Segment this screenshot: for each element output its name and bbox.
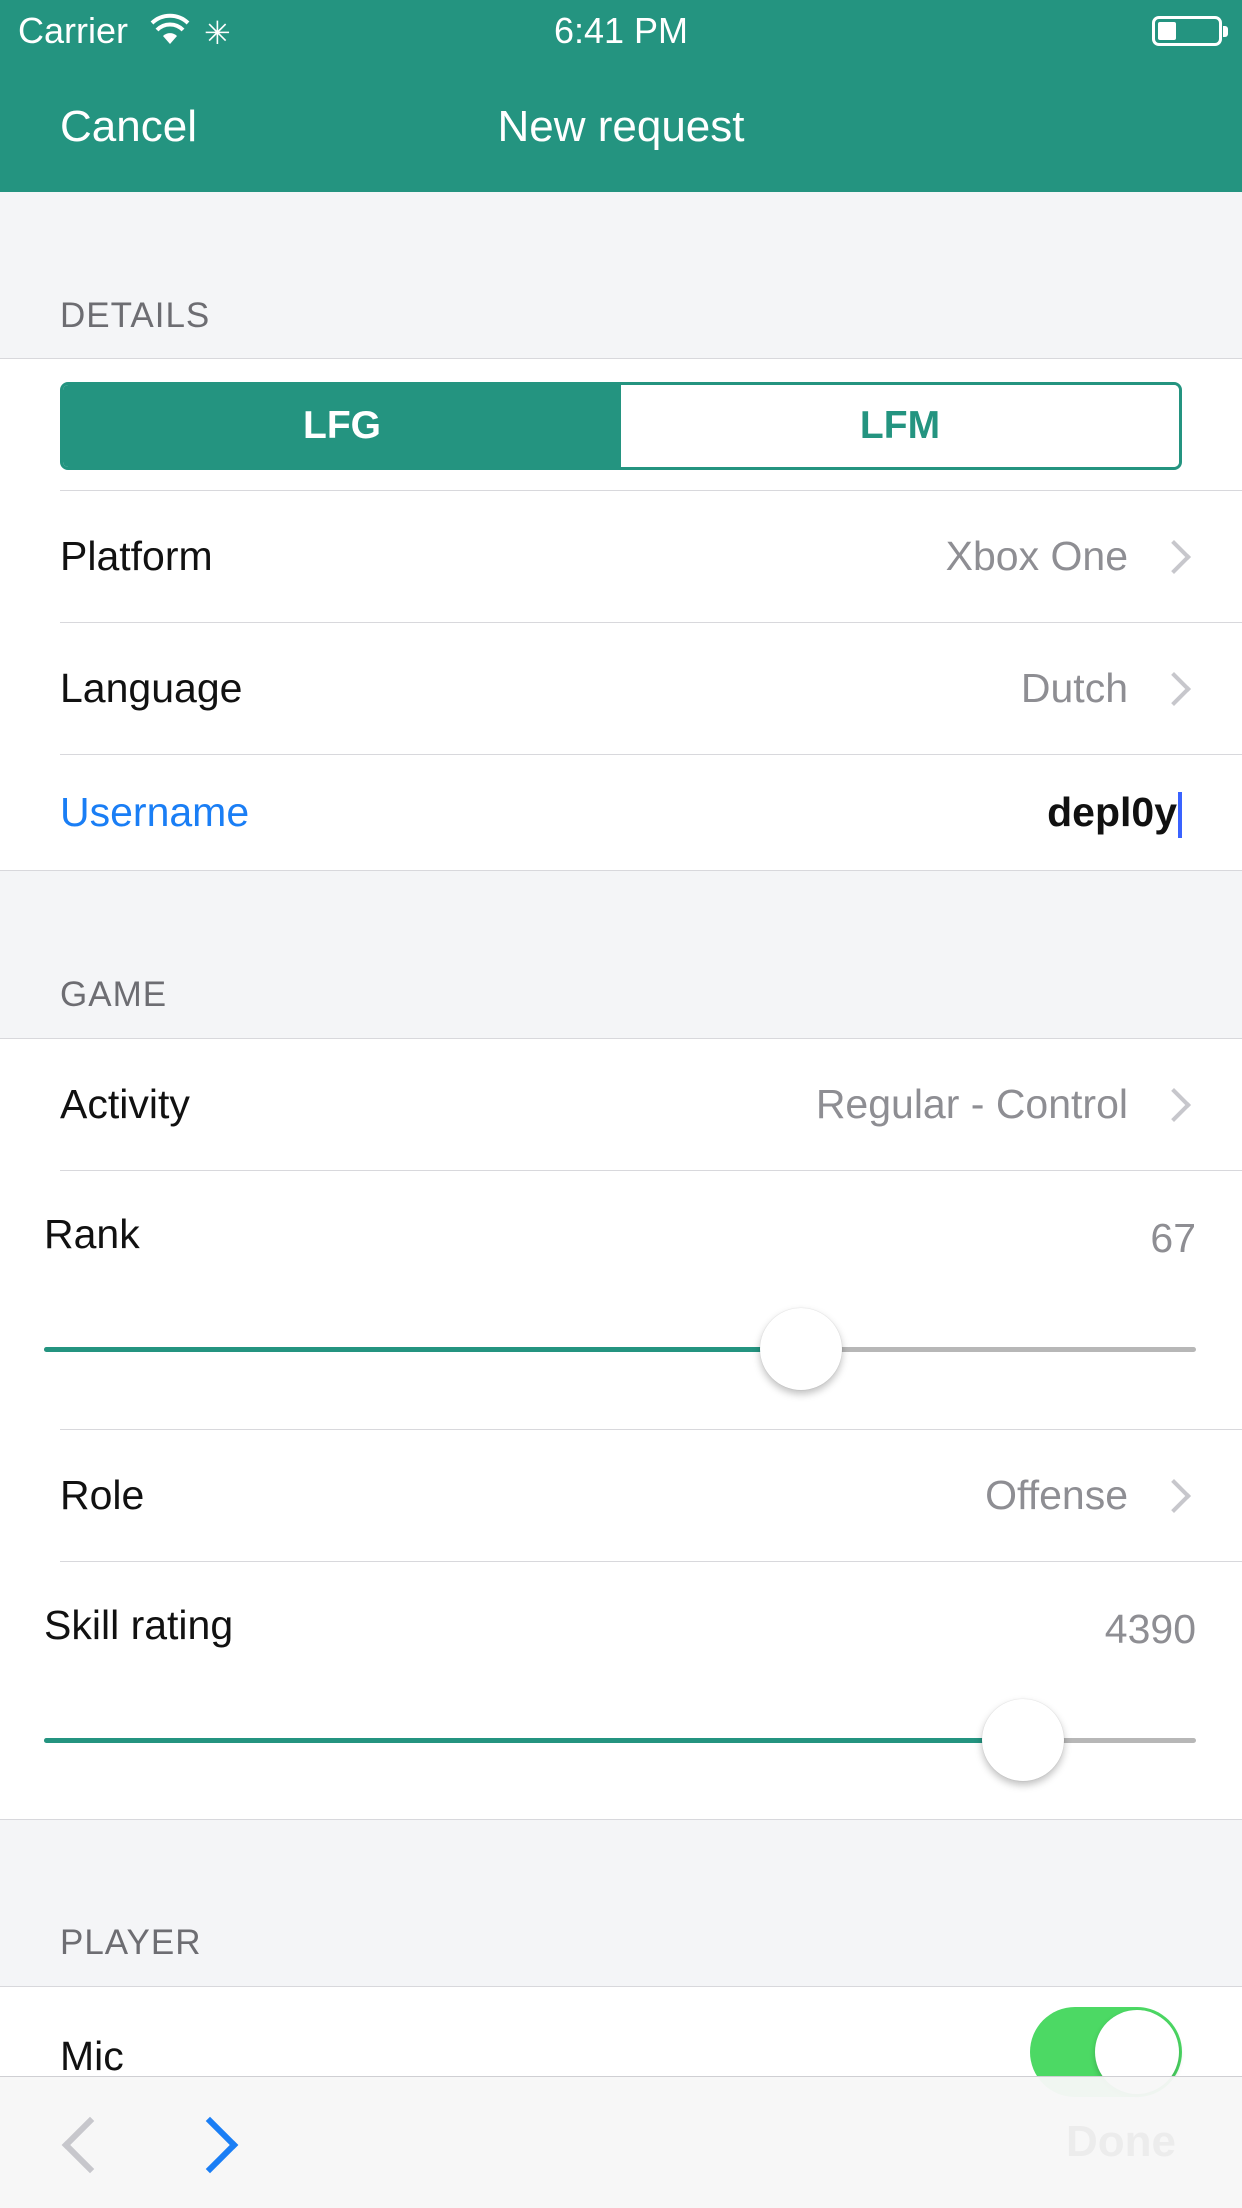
platform-label: Platform <box>60 533 213 579</box>
username-input[interactable]: depl0y <box>1047 789 1182 839</box>
rank-label: Rank <box>44 1211 140 1257</box>
status-time: 6:41 PM <box>553 10 689 51</box>
skill-rating-slider-fill <box>44 1738 1024 1743</box>
role-row[interactable]: Role Offense <box>0 1430 1242 1561</box>
request-type-segmented-control[interactable]: LFG LFM <box>60 382 1182 470</box>
chevron-right-icon <box>1157 1479 1191 1513</box>
chevron-right-icon <box>1157 540 1191 574</box>
skill-rating-label: Skill rating <box>44 1602 234 1648</box>
rank-slider[interactable] <box>44 1308 1196 1390</box>
role-label: Role <box>60 1472 145 1518</box>
mic-label: Mic <box>60 2033 124 2079</box>
rank-value: 67 <box>1150 1215 1196 1261</box>
language-value: Dutch <box>1020 665 1128 711</box>
chevron-right-icon <box>1157 672 1191 706</box>
segment-lfg[interactable]: LFG <box>63 385 621 467</box>
game-group: Activity Regular - Control Rank 67 Role … <box>0 1038 1242 1820</box>
page-title: New request <box>497 102 745 151</box>
chevron-left-icon[interactable] <box>61 2116 119 2174</box>
text-cursor <box>1178 792 1182 839</box>
skill-rating-slider-row: Skill rating 4390 <box>0 1562 1242 1821</box>
section-header-game: GAME <box>60 975 168 1014</box>
section-header-player: PLAYER <box>60 1923 202 1962</box>
details-group: LFG LFM Platform Xbox One Language Dutch… <box>0 358 1242 871</box>
activity-value: Regular - Control <box>815 1081 1128 1127</box>
battery-icon <box>1152 16 1228 46</box>
role-value: Offense <box>985 1472 1128 1518</box>
chevron-right-icon <box>1157 1088 1191 1122</box>
username-label: Username <box>60 789 250 835</box>
activity-label: Activity <box>60 1081 190 1127</box>
skill-rating-slider-thumb[interactable] <box>982 1699 1065 1781</box>
top-bar: Carrier ✳ 6:41 PM Cancel New request <box>0 0 1242 192</box>
rank-slider-thumb[interactable] <box>759 1308 842 1390</box>
language-label: Language <box>60 665 243 711</box>
chevron-right-icon[interactable] <box>181 2116 239 2174</box>
username-input-text: depl0y <box>1047 789 1177 835</box>
segment-lfm[interactable]: LFM <box>621 385 1179 467</box>
platform-row[interactable]: Platform Xbox One <box>0 491 1242 622</box>
platform-value: Xbox One <box>945 533 1128 579</box>
keyboard-toolbar: Done <box>0 2076 1242 2208</box>
done-button[interactable]: Done <box>1066 2117 1176 2167</box>
activity-row[interactable]: Activity Regular - Control <box>0 1039 1242 1170</box>
skill-rating-slider[interactable] <box>44 1699 1196 1781</box>
username-row[interactable]: Username depl0y <box>0 755 1242 872</box>
rank-slider-fill <box>44 1347 801 1352</box>
language-row[interactable]: Language Dutch <box>0 623 1242 754</box>
section-header-details: DETAILS <box>60 296 211 335</box>
rank-slider-row: Rank 67 <box>0 1171 1242 1429</box>
skill-rating-value: 4390 <box>1104 1606 1196 1652</box>
status-bar: Carrier ✳ 6:41 PM <box>0 0 1242 62</box>
